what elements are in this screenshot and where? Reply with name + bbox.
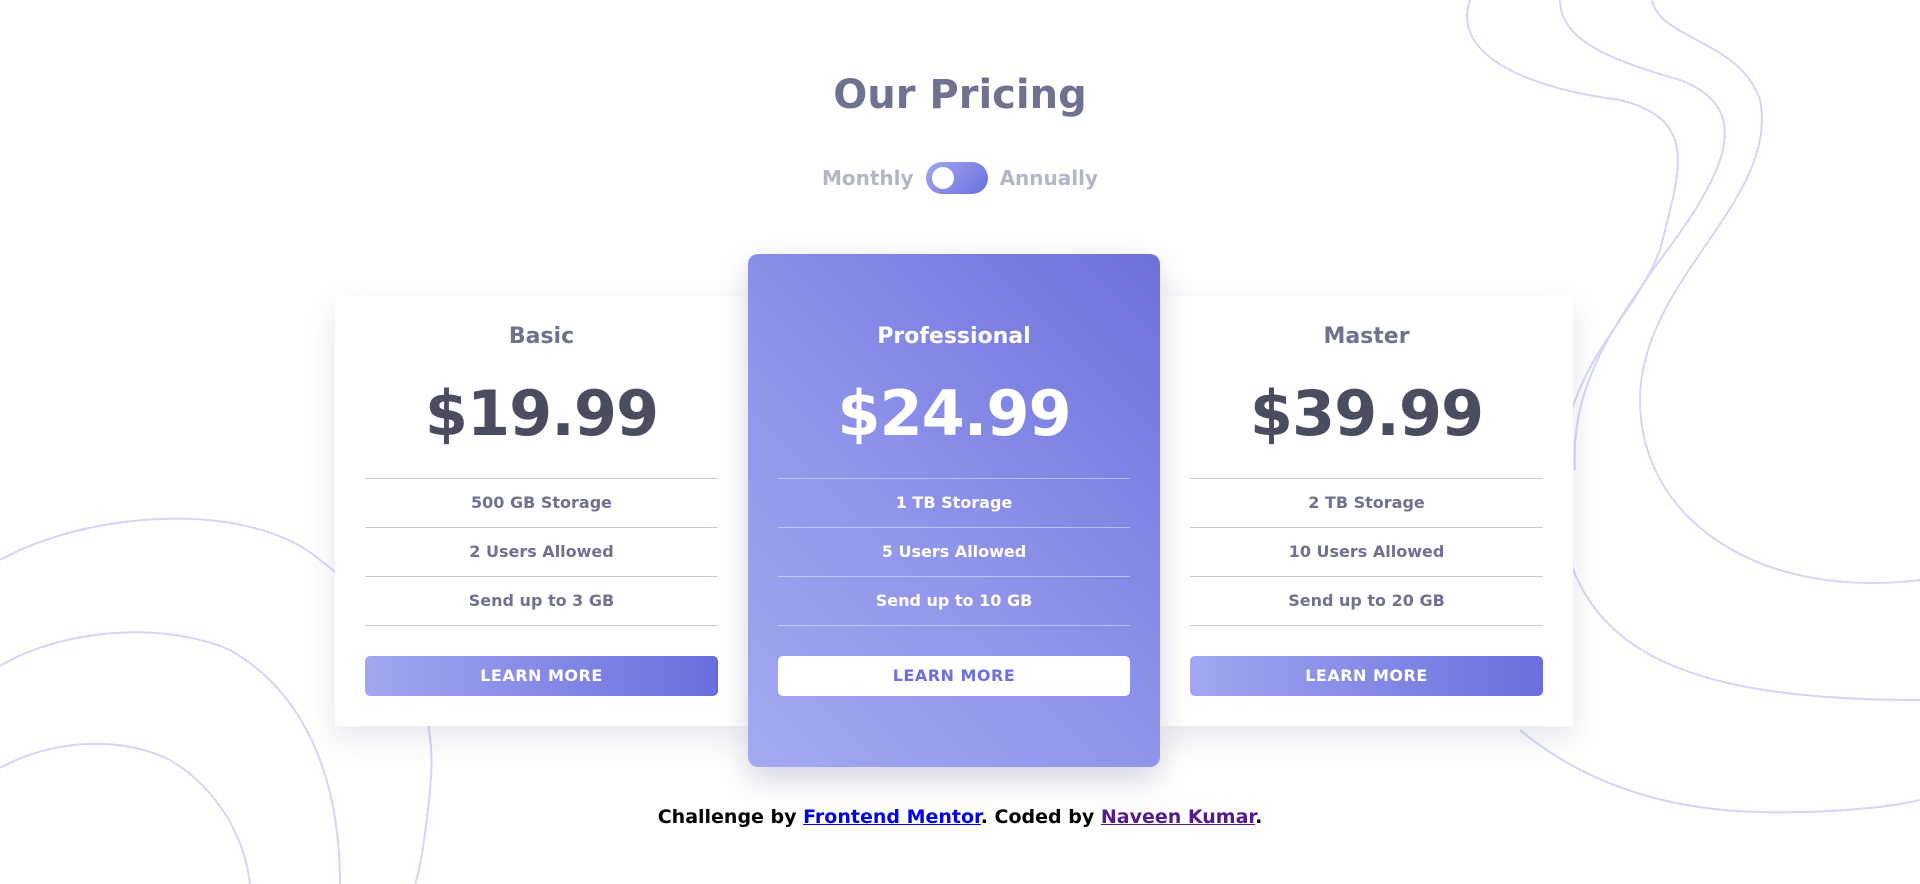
bg-curve-top-right-far bbox=[1559, 0, 1726, 471]
bg-curve-right-bottom bbox=[1519, 729, 1920, 814]
author-link[interactable]: Naveen Kumar bbox=[1101, 806, 1255, 828]
annually-label[interactable]: Annually bbox=[1000, 166, 1098, 190]
toggle-knob bbox=[931, 167, 954, 189]
monthly-label[interactable]: Monthly bbox=[822, 166, 914, 190]
attribution-footer: Challenge by Frontend Mentor. Coded by N… bbox=[0, 806, 1920, 828]
plan-price: $19.99 bbox=[424, 377, 659, 450]
feature-send-limit: Send up to 20 GB bbox=[1190, 577, 1543, 626]
feature-storage: 500 GB Storage bbox=[365, 479, 718, 528]
plan-price: $39.99 bbox=[1249, 377, 1484, 450]
plan-price: $24.99 bbox=[837, 377, 1071, 450]
feature-storage: 2 TB Storage bbox=[1190, 479, 1543, 528]
footer-middle: . Coded by bbox=[980, 806, 1101, 828]
footer-prefix: Challenge by bbox=[657, 806, 804, 828]
bg-curve-bottom-left-mid bbox=[0, 631, 341, 884]
plan-name: Professional bbox=[877, 324, 1031, 349]
frontend-mentor-link[interactable]: Frontend Mentor bbox=[803, 806, 981, 828]
learn-more-button-master[interactable]: LEARN MORE bbox=[1190, 656, 1543, 696]
feature-list: 1 TB Storage 5 Users Allowed Send up to … bbox=[778, 478, 1130, 626]
feature-storage: 1 TB Storage bbox=[778, 479, 1130, 528]
pricing-card-master: Master $39.99 2 TB Storage 10 Users Allo… bbox=[1160, 296, 1573, 726]
feature-list: 2 TB Storage 10 Users Allowed Send up to… bbox=[1190, 478, 1543, 626]
feature-users: 2 Users Allowed bbox=[365, 528, 718, 577]
plan-name: Master bbox=[1323, 324, 1410, 349]
footer-suffix: . bbox=[1255, 806, 1263, 828]
page-title: Our Pricing bbox=[833, 72, 1087, 118]
pricing-card-basic: Basic $19.99 500 GB Storage 2 Users Allo… bbox=[335, 296, 748, 726]
feature-send-limit: Send up to 3 GB bbox=[365, 577, 718, 626]
plan-name: Basic bbox=[508, 324, 575, 349]
billing-period-toggle[interactable] bbox=[925, 162, 988, 194]
feature-list: 500 GB Storage 2 Users Allowed Send up t… bbox=[365, 478, 718, 626]
feature-users: 5 Users Allowed bbox=[778, 528, 1130, 577]
feature-send-limit: Send up to 10 GB bbox=[778, 577, 1130, 626]
pricing-card-professional: Professional $24.99 1 TB Storage 5 Users… bbox=[748, 254, 1160, 767]
billing-toggle-row: Monthly Annually bbox=[0, 162, 1920, 194]
learn-more-button-professional[interactable]: LEARN MORE bbox=[778, 656, 1130, 696]
pricing-page: Our Pricing Monthly Annually Basic $19.9… bbox=[0, 0, 1920, 884]
feature-users: 10 Users Allowed bbox=[1190, 528, 1543, 577]
learn-more-button-basic[interactable]: LEARN MORE bbox=[365, 656, 718, 696]
